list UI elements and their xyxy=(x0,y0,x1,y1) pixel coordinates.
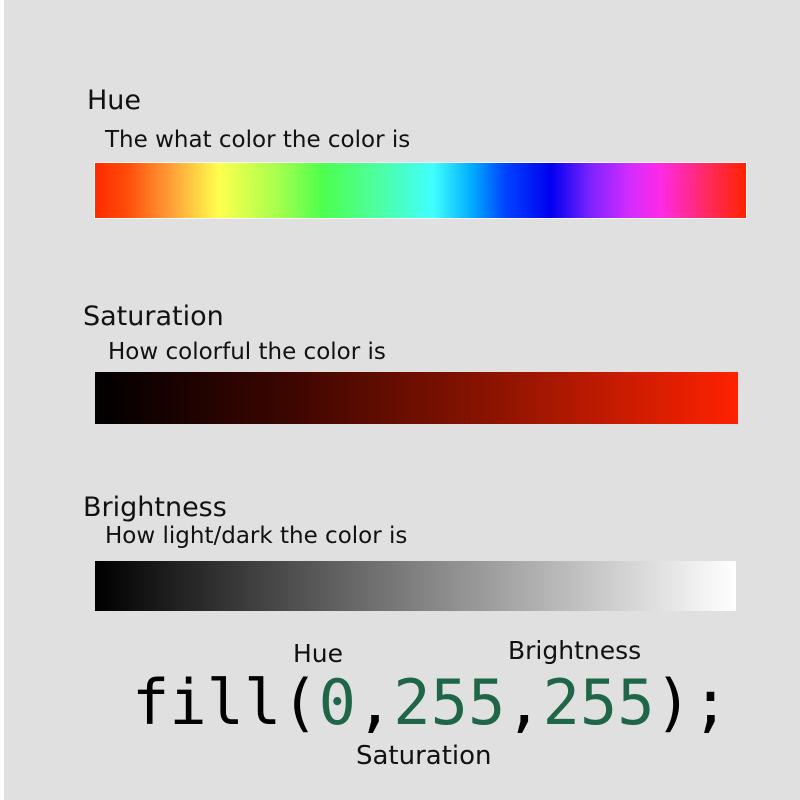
hue-gradient-bar xyxy=(94,162,747,219)
saturation-gradient-bar xyxy=(95,372,738,424)
code-saturation-value: 255 xyxy=(393,666,506,739)
hue-annotation: Hue xyxy=(293,639,344,668)
brightness-heading: Brightness xyxy=(83,492,227,523)
brightness-gradient-bar xyxy=(95,561,736,611)
fill-code: fill(0,255,255); xyxy=(132,672,729,734)
code-separator: , xyxy=(505,666,543,739)
hue-heading: Hue xyxy=(87,85,142,116)
code-brightness-value: 255 xyxy=(542,666,655,739)
saturation-description: How colorful the color is xyxy=(108,339,386,365)
saturation-annotation: Saturation xyxy=(356,741,492,771)
code-hue-value: 0 xyxy=(318,666,356,739)
code-function: fill( xyxy=(132,666,319,739)
code-separator: , xyxy=(355,666,394,739)
diagram-canvas: Hue The what color the color is Saturati… xyxy=(4,0,800,800)
saturation-heading: Saturation xyxy=(83,301,224,332)
brightness-description: How light/dark the color is xyxy=(105,523,408,549)
brightness-annotation: Brightness xyxy=(508,636,642,665)
code-closing: ); xyxy=(654,666,730,739)
hue-description: The what color the color is xyxy=(105,127,411,153)
